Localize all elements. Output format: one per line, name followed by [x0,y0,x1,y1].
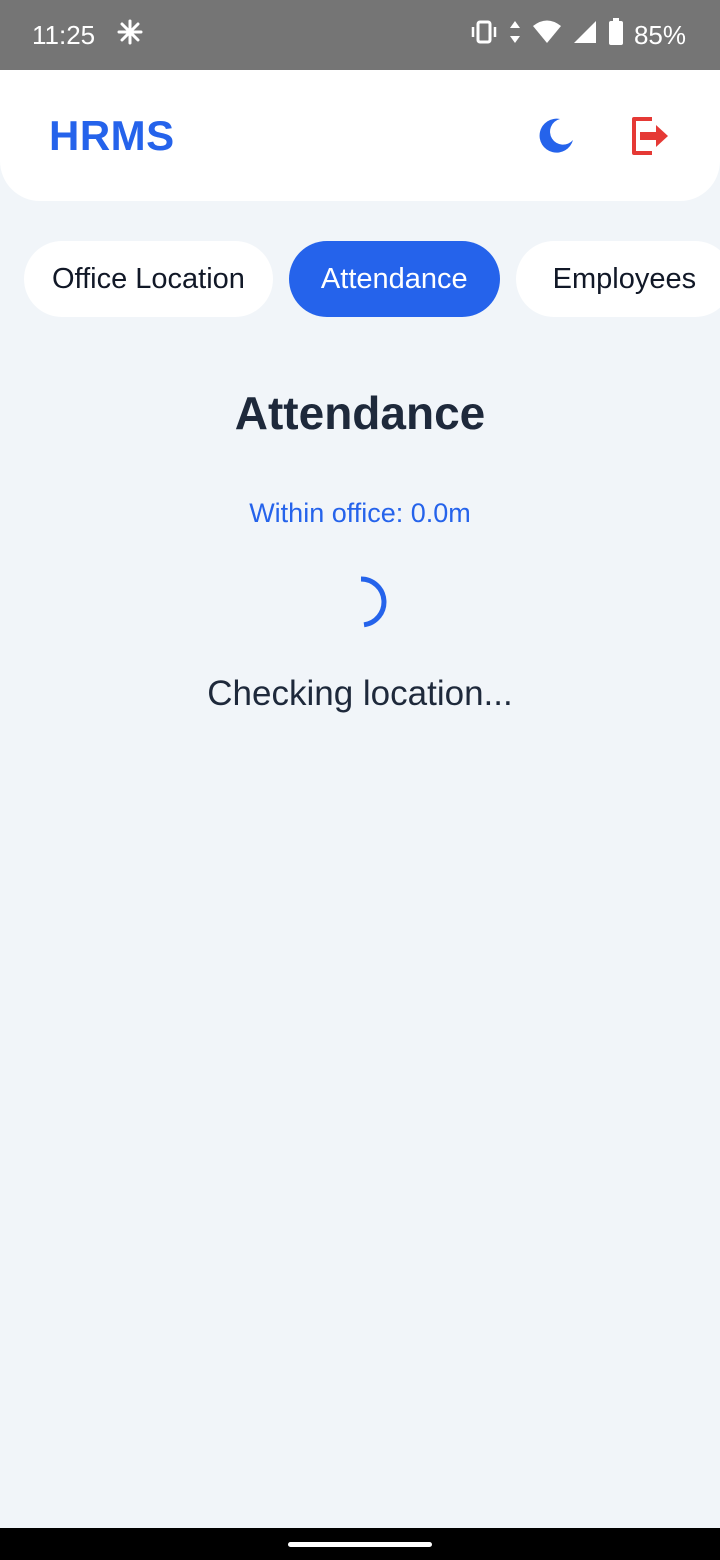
app-header: HRMS [0,70,720,201]
theme-toggle-button[interactable] [534,114,578,158]
app-title: HRMS [49,111,175,159]
data-arrows-icon [508,19,522,52]
tab-bar: Office Location Attendance Employees [24,241,720,317]
tab-attendance[interactable]: Attendance [288,241,500,317]
tab-employees[interactable]: Employees [515,241,720,317]
page-title: Attendance [234,387,486,439]
location-status-text: Checking location... [207,674,513,713]
loading-spinner [360,576,387,628]
vibrate-icon [470,19,498,52]
wifi-icon [532,19,562,52]
system-nav-bar [0,1528,720,1560]
battery-percent: 85% [633,19,686,50]
logout-button[interactable] [628,114,672,158]
battery-icon [608,17,624,53]
status-bar: 11:25 85% [0,0,720,70]
signal-icon [572,19,598,52]
office-distance-text: Within office: 0.0m [249,498,471,528]
home-indicator[interactable] [288,1541,432,1547]
moon-icon [539,118,573,153]
tab-office-location[interactable]: Office Location [24,241,273,317]
status-time: 11:25 [32,19,96,50]
logout-icon [632,116,668,155]
sync-icon [117,19,143,52]
